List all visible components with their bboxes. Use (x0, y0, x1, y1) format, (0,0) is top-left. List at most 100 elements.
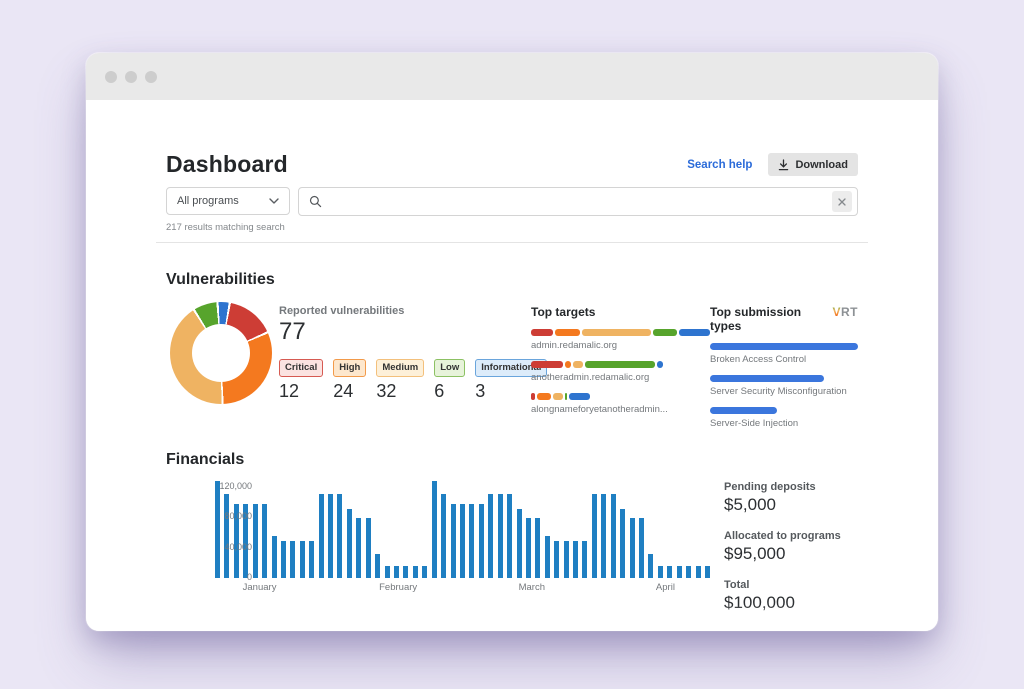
financial-bar (469, 504, 474, 578)
program-filter-select[interactable]: All programs (166, 187, 290, 215)
financial-summary-item: Pending deposits $5,000 (724, 481, 841, 515)
clear-search-button[interactable] (832, 191, 852, 212)
financials-bar-chart: 120,00080,00040,0000 JanuaryFebruaryMarc… (166, 479, 710, 597)
financial-bar (611, 494, 616, 578)
vrt-rt: RT (841, 305, 858, 319)
financial-summary-item: Total$100,000 (724, 579, 841, 613)
target-stacked-bar (531, 393, 590, 400)
financial-bar (422, 566, 427, 578)
financial-bar (337, 494, 342, 578)
target-bar-segment (565, 361, 570, 368)
severity-badge[interactable]: Low (434, 359, 465, 377)
financial-bar (413, 566, 418, 578)
top-target-item[interactable]: anotheradmin.redamalic.org (531, 361, 710, 383)
severity-count: 24 (333, 381, 366, 402)
download-icon (778, 159, 789, 171)
search-input[interactable] (329, 195, 825, 209)
financial-summary-item: Allocated to programs $95,000 (724, 530, 841, 564)
page-title: Dashboard (166, 151, 288, 178)
results-count: 217 results matching search (166, 222, 858, 233)
submission-type-label: Server-Side Injection (710, 418, 858, 429)
target-bar-segment (679, 329, 710, 336)
financial-bar (432, 481, 437, 578)
download-button[interactable]: Download (768, 153, 858, 176)
top-target-item[interactable]: alongnameforyetanotheradmin... (531, 393, 710, 415)
financial-bar (564, 541, 569, 578)
financials-summary: Pending deposits $5,000 Allocated to progr… (724, 479, 841, 628)
financial-bar (498, 494, 503, 578)
financial-bar (526, 518, 531, 578)
financial-bar (451, 504, 456, 578)
financial-bar (290, 541, 295, 578)
submission-type-item[interactable]: Broken Access Control (710, 343, 858, 365)
submission-type-bar (710, 407, 777, 414)
financial-summary-label: Allocated to programs (724, 530, 841, 542)
top-submission-types-heading: Top submission types (710, 305, 832, 333)
target-bar-segment (565, 393, 567, 400)
financials-heading: Financials (166, 451, 858, 469)
financial-bar (300, 541, 305, 578)
top-targets-list: admin.redamalic.org anotheradmin.redamali… (531, 329, 710, 415)
x-axis-month-label: January (243, 582, 277, 593)
browser-window: Dashboard Search help Download All progr… (86, 53, 938, 631)
target-bar-segment (653, 329, 677, 336)
x-axis-month-label: April (656, 582, 675, 593)
submission-type-bar (710, 343, 858, 350)
search-icon (309, 195, 322, 208)
y-axis-tick-label: 40,000 (215, 542, 259, 552)
target-bar-segment (537, 393, 551, 400)
financial-summary-value: $100,000 (724, 593, 841, 613)
financial-summary-value: $5,000 (724, 495, 841, 515)
financial-bar (441, 494, 446, 578)
target-bar-segment (585, 361, 655, 368)
target-bar-segment (531, 361, 563, 368)
severity-badge-group: High 24 (333, 357, 366, 402)
target-bar-segment (531, 393, 535, 400)
window-dot-icon (145, 71, 157, 83)
severity-badge-group: Medium32 (376, 357, 424, 402)
financial-bar (460, 504, 465, 578)
top-submission-types-list: Broken Access Control Server Security Mis… (710, 343, 858, 429)
program-filter-value: All programs (177, 195, 239, 207)
financial-bar (281, 541, 286, 578)
severity-badge[interactable]: Medium (376, 359, 424, 377)
severity-badge[interactable]: Critical (279, 359, 323, 377)
search-bar (298, 187, 858, 216)
reported-vulnerabilities-label: Reported vulnerabilities (279, 305, 531, 317)
vulnerabilities-heading: Vulnerabilities (166, 271, 858, 289)
financial-bar (648, 554, 653, 578)
financial-bar (309, 541, 314, 578)
y-axis-tick-label: 80,000 (215, 511, 259, 521)
severity-badge[interactable]: High (333, 359, 366, 377)
financial-bar (507, 494, 512, 578)
financial-bar (479, 504, 484, 578)
x-axis-month-label: February (379, 582, 417, 593)
financial-bar (573, 541, 578, 578)
financial-bar (677, 566, 682, 578)
submission-type-label: Broken Access Control (710, 354, 858, 365)
financial-bar (705, 566, 710, 578)
severity-donut-chart[interactable] (170, 302, 272, 404)
y-axis-tick-label: 120,000 (215, 481, 259, 491)
severity-badges: Critical12High24Medium32Low6Informationa… (279, 357, 531, 402)
financial-bar (366, 518, 371, 578)
severity-count: 6 (434, 381, 465, 402)
submission-type-label: Server Security Misconfiguration (710, 386, 858, 397)
top-target-label: anotheradmin.redamalic.org (531, 372, 710, 383)
financial-bar (535, 518, 540, 578)
target-bar-segment (531, 329, 553, 336)
financial-bar (385, 566, 390, 578)
search-help-link[interactable]: Search help (687, 159, 752, 171)
submission-type-item[interactable]: Server-Side Injection (710, 407, 858, 429)
submission-type-item[interactable]: Server Security Misconfiguration (710, 375, 858, 397)
financial-bar (215, 481, 220, 578)
financial-summary-label: Pending deposits (724, 481, 841, 493)
chevron-down-icon (269, 198, 279, 204)
severity-count: 12 (279, 381, 323, 402)
financial-bar (347, 509, 352, 578)
top-targets-heading: Top targets (531, 305, 710, 319)
severity-badge-group: Critical 12 (279, 357, 323, 402)
top-target-item[interactable]: admin.redamalic.org (531, 329, 710, 351)
financials-plot: 120,00080,00040,0000 (215, 479, 710, 578)
financial-summary-value: $95,000 (724, 544, 841, 564)
